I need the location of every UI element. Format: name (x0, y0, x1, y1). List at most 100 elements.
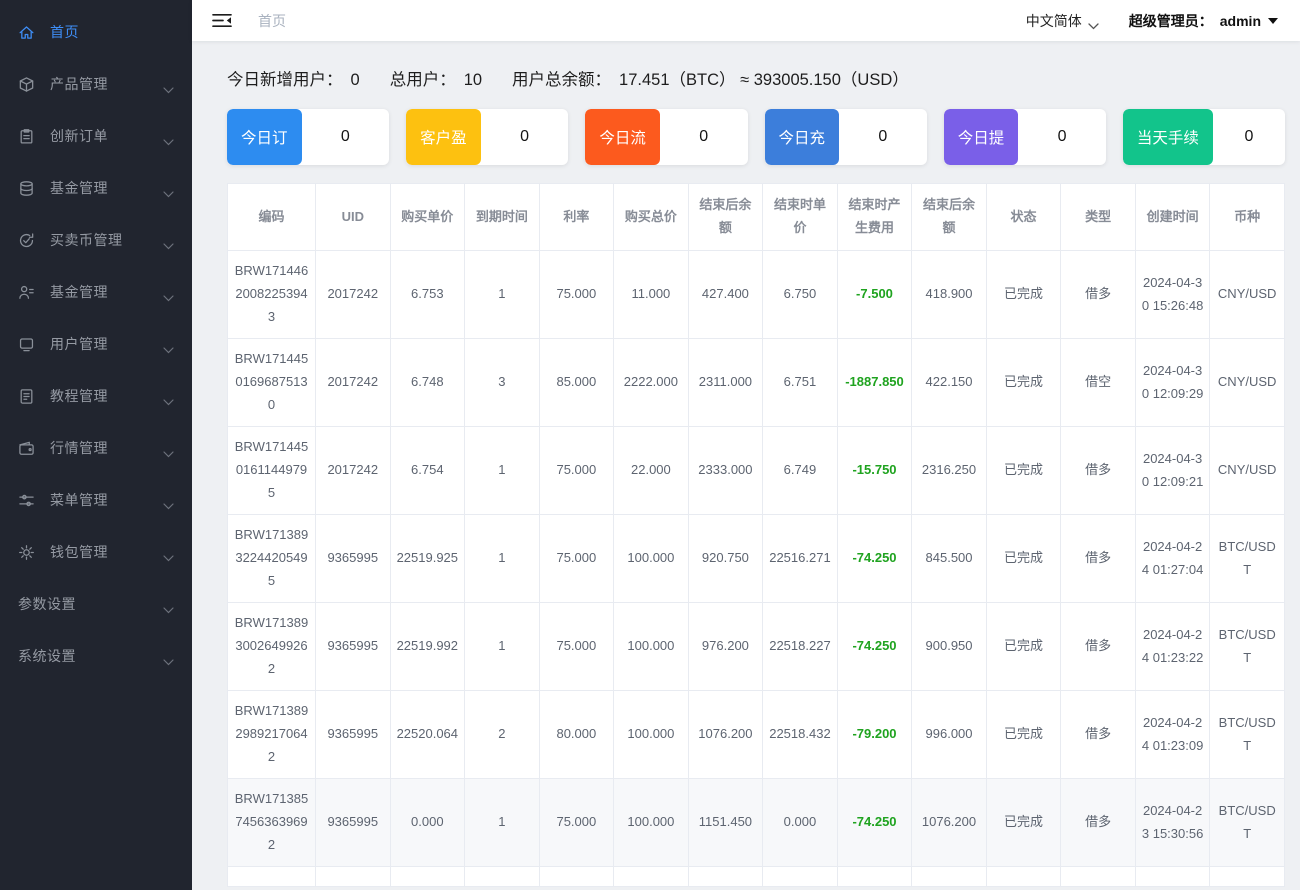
table-cell (315, 866, 391, 887)
table-cell: 2316.250 (911, 426, 987, 515)
table-cell: 11.000 (613, 250, 689, 339)
table-cell: 2024-04-30 12:09:29 (1134, 338, 1211, 427)
table-cell: 75.000 (538, 250, 615, 339)
stat-card-value: 0 (1244, 128, 1254, 145)
table-cell: 6.749 (762, 426, 838, 515)
sidebar-item-label: 买卖币管理 (50, 232, 123, 248)
table-body: BRW17144620082253943 2017242 6.753 1 75.000 1… (227, 250, 1285, 887)
table-cell (911, 866, 987, 887)
table-cell: 借多 (1060, 778, 1136, 867)
table-cell: 75.000 (538, 778, 615, 867)
product-icon (18, 76, 35, 93)
table-row: BRW17144501696875130 2017242 6.748 3 85.000 2… (227, 338, 1285, 427)
stat-card-customer-profit: 客户盈 0 (406, 109, 569, 165)
chevron-down-icon (163, 445, 174, 457)
stat-card-value: 0 (520, 128, 529, 145)
order-icon (18, 128, 35, 145)
table-cell (1060, 866, 1136, 887)
admin-dropdown[interactable]: 超级管理员： admin (1129, 11, 1278, 31)
chevron-down-icon (1088, 17, 1099, 30)
table-cell: 借多 (1060, 690, 1136, 779)
column-header: 结束时产生费用 (836, 183, 913, 251)
sidebar-item-funds[interactable]: 基金管理 (0, 162, 192, 214)
table-cell (538, 866, 615, 887)
table-cell: 9365995 (315, 602, 391, 691)
table-cell (985, 866, 1062, 887)
table-cell: 1 (464, 426, 540, 515)
column-header: 类型 (1060, 183, 1136, 251)
fund-icon (18, 180, 35, 197)
sidebar-item-tutorials[interactable]: 教程管理 (0, 370, 192, 422)
table-cell: 2024-04-30 15:26:48 (1134, 250, 1211, 339)
table-header-row: 编码 UID 购买单价 到期时间 利率 购买总价 结束后余额 结束时单价 结束时产生费用 结束后余… (227, 183, 1285, 251)
table-cell: -74.250 (836, 602, 913, 691)
table-cell (389, 866, 466, 887)
table-cell: 2024-04-30 12:09:21 (1134, 426, 1211, 515)
stat-card-value: 0 (699, 128, 709, 145)
stat-card-today-orders: 今日订 0 (227, 109, 390, 165)
stat-card-value: 0 (1057, 128, 1067, 145)
table-cell: 100.000 (613, 602, 689, 691)
orders-table: 编码 UID 购买单价 到期时间 利率 购买总价 结束后余额 结束时单价 结束时产生费用 结束后余… (227, 183, 1285, 887)
column-header: 结束后余额 (911, 183, 987, 251)
stat-card-label: 今日流 (585, 109, 660, 165)
table-cell: 22519.925 (389, 514, 466, 603)
column-header: 创建时间 (1134, 183, 1211, 251)
column-header: 购买总价 (613, 183, 689, 251)
chevron-down-icon (163, 497, 174, 509)
table-row: BRW17138929892170642 9365995 22520.064 2 80.… (227, 690, 1285, 779)
table-cell: BTC/USDT (1209, 602, 1285, 691)
sidebar-nav: 首页 产品管理 创新订单 基金管理 买卖币管理 基金管理 用户管理 教程管理 行… (0, 6, 192, 682)
sidebar-item-wallets[interactable]: 钱包管理 (0, 526, 192, 578)
table-cell: 22518.432 (762, 690, 838, 779)
table-cell: -74.250 (836, 514, 913, 603)
sidebar-item-products[interactable]: 产品管理 (0, 58, 192, 110)
stat-card-value: 0 (878, 128, 888, 145)
table-cell (464, 866, 540, 887)
table-cell: 3 (464, 338, 540, 427)
sidebar-item-users[interactable]: 用户管理 (0, 318, 192, 370)
table-cell: 22.000 (613, 426, 689, 515)
table-cell: 6.748 (389, 338, 466, 427)
stat-total-users: 总用户： 10 (389, 71, 483, 89)
home-icon (18, 24, 35, 41)
stat-cards: 今日订 0 客户盈 0 今日流 0 今日充 0 今日提 0 当天手续 0 (227, 109, 1286, 165)
sidebar-item-parameters[interactable]: 参数设置 (0, 578, 192, 630)
sidebar-item-menus[interactable]: 菜单管理 (0, 474, 192, 526)
table-cell: 22518.227 (762, 602, 838, 691)
table-cell: 已完成 (985, 426, 1062, 515)
table-cell: 22519.992 (389, 602, 466, 691)
language-selector[interactable]: 中文简体 (1026, 11, 1099, 31)
sidebar-item-system[interactable]: 系统设置 (0, 630, 192, 682)
sidebar-item-market[interactable]: 行情管理 (0, 422, 192, 474)
table-cell: 2333.000 (687, 426, 764, 515)
table-cell: 976.200 (687, 602, 764, 691)
sidebar-item-new-orders[interactable]: 创新订单 (0, 110, 192, 162)
table-cell: 2024-04-24 01:23:22 (1134, 602, 1211, 691)
table-cell: 借多 (1060, 514, 1136, 603)
table-cell: -79.200 (836, 690, 913, 779)
table-cell: CNY/USD (1209, 426, 1285, 515)
sidebar-item-coin-trade[interactable]: 买卖币管理 (0, 214, 192, 266)
sidebar-item-label: 菜单管理 (50, 492, 108, 508)
table-cell: 6.750 (762, 250, 838, 339)
gear-icon (18, 544, 35, 561)
table-cell: 1151.450 (687, 778, 764, 867)
table-cell: 0.000 (762, 778, 838, 867)
breadcrumb[interactable]: 首页 (258, 11, 286, 31)
sidebar-item-label: 用户管理 (50, 336, 108, 352)
sidebar-item-home[interactable]: 首页 (0, 6, 192, 58)
table-cell: 1 (464, 250, 540, 339)
menu-fold-icon[interactable] (212, 13, 232, 28)
admin-username: admin (1219, 12, 1261, 29)
sidebar-item-fund-users[interactable]: 基金管理 (0, 266, 192, 318)
table-cell: 22516.271 (762, 514, 838, 603)
sidebar-item-label: 创新订单 (50, 128, 108, 144)
table-cell: 已完成 (985, 778, 1062, 867)
chevron-down-icon (163, 133, 174, 145)
stat-card-today-fee: 当天手续 0 (1122, 109, 1286, 165)
table-cell: 2024-04-24 01:23:09 (1134, 690, 1211, 779)
table-cell: 2222.000 (613, 338, 689, 427)
chevron-down-icon (163, 601, 174, 613)
table-cell: 6.751 (762, 338, 838, 427)
